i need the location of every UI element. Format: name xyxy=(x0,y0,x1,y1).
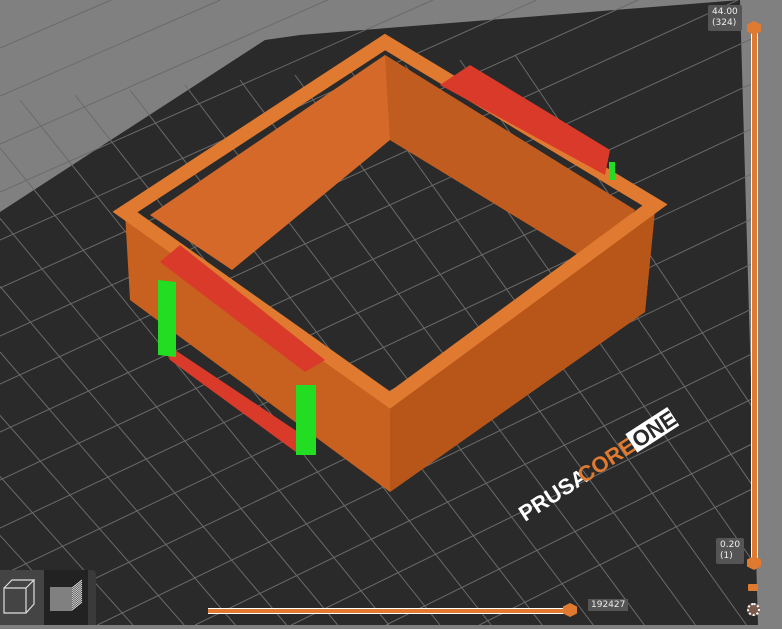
settings-cog-icon[interactable] xyxy=(747,603,760,616)
layer-slider-track[interactable] xyxy=(751,28,758,563)
3d-view-button[interactable] xyxy=(0,570,44,625)
top-layer-label: 44.00 (324) xyxy=(708,5,742,31)
cube-icon xyxy=(3,579,36,614)
bottom-layer-label: 0.20 (1) xyxy=(716,538,745,564)
layers-icon xyxy=(50,579,83,611)
move-slider-track[interactable] xyxy=(208,608,570,614)
view-toolbar xyxy=(0,570,96,625)
layer-line xyxy=(50,579,83,589)
grid-line xyxy=(0,0,112,49)
grid-line xyxy=(0,0,221,97)
3d-scene[interactable]: PRUSA CORE ONE xyxy=(0,0,782,625)
lock-icon[interactable] xyxy=(748,584,758,591)
move-slider-value: 192427 xyxy=(588,599,629,611)
preview-button[interactable] xyxy=(44,570,88,625)
